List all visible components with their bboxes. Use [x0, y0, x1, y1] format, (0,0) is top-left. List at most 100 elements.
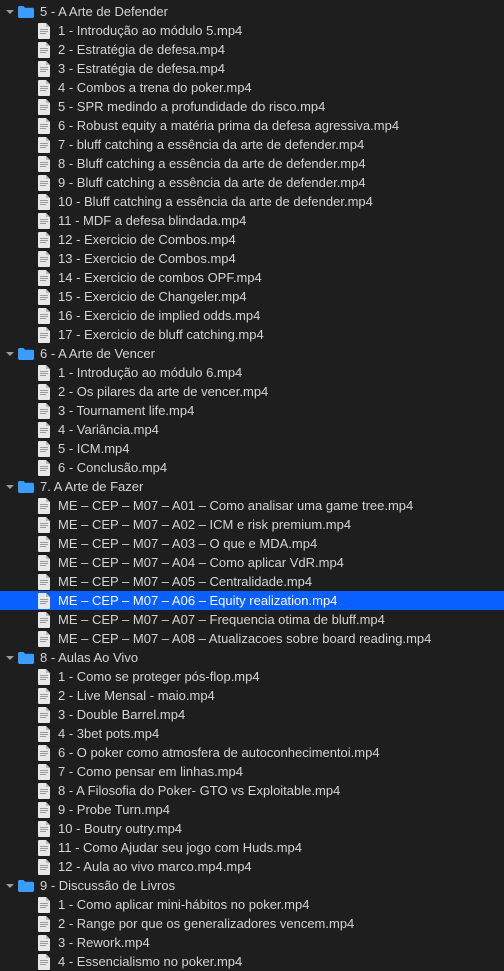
file-label: 14 - Exercicio de combos OPF.mp4 [58, 270, 262, 285]
folder-row[interactable]: 9 - Discussão de Livros [0, 876, 504, 895]
file-row[interactable]: 8 - A Filosofia do Poker- GTO vs Exploit… [0, 781, 504, 800]
file-label: ME – CEP – M07 – A01 – Como analisar uma… [58, 498, 413, 513]
file-row[interactable]: 2 - Estratégia de defesa.mp4 [0, 40, 504, 59]
file-label: 7 - bluff catching a essência da arte de… [58, 137, 364, 152]
file-icon [36, 688, 52, 704]
file-row[interactable]: 7 - bluff catching a essência da arte de… [0, 135, 504, 154]
file-row[interactable]: 11 - MDF a defesa blindada.mp4 [0, 211, 504, 230]
file-row[interactable]: 4 - Combos a trena do poker.mp4 [0, 78, 504, 97]
file-row[interactable]: 1 - Introdução ao módulo 5.mp4 [0, 21, 504, 40]
file-row[interactable]: ME – CEP – M07 – A02 – ICM e risk premiu… [0, 515, 504, 534]
file-row[interactable]: 17 - Exercicio de bluff catching.mp4 [0, 325, 504, 344]
file-row[interactable]: ME – CEP – M07 – A05 – Centralidade.mp4 [0, 572, 504, 591]
file-label: 6 - Robust equity a matéria prima da def… [58, 118, 399, 133]
file-row[interactable]: 16 - Exercicio de implied odds.mp4 [0, 306, 504, 325]
file-row[interactable]: 6 - Conclusão.mp4 [0, 458, 504, 477]
file-label: 5 - SPR medindo a profundidade do risco.… [58, 99, 325, 114]
file-icon [36, 707, 52, 723]
file-label: 1 - Introdução ao módulo 6.mp4 [58, 365, 242, 380]
file-label: 4 - Variância.mp4 [58, 422, 159, 437]
file-row[interactable]: 2 - Os pilares da arte de vencer.mp4 [0, 382, 504, 401]
file-row[interactable]: 6 - Robust equity a matéria prima da def… [0, 116, 504, 135]
file-row[interactable]: 8 - Bluff catching a essência da arte de… [0, 154, 504, 173]
file-row[interactable]: ME – CEP – M07 – A04 – Como aplicar VdR.… [0, 553, 504, 572]
file-icon [36, 118, 52, 134]
file-row[interactable]: 10 - Bluff catching a essência da arte d… [0, 192, 504, 211]
file-icon [36, 460, 52, 476]
file-row[interactable]: 12 - Aula ao vivo marco.mp4.mp4 [0, 857, 504, 876]
file-icon [36, 612, 52, 628]
file-label: 9 - Probe Turn.mp4 [58, 802, 170, 817]
file-icon [36, 498, 52, 514]
file-row[interactable]: 12 - Exercicio de Combos.mp4 [0, 230, 504, 249]
file-row[interactable]: ME – CEP – M07 – A03 – O que e MDA.mp4 [0, 534, 504, 553]
folder-row[interactable]: 5 - A Arte de Defender [0, 2, 504, 21]
file-icon [36, 308, 52, 324]
file-icon [36, 403, 52, 419]
file-row[interactable]: 13 - Exercicio de Combos.mp4 [0, 249, 504, 268]
file-icon [36, 384, 52, 400]
file-row[interactable]: ME – CEP – M07 – A06 – Equity realizatio… [0, 591, 504, 610]
file-label: 7 - Como pensar em linhas.mp4 [58, 764, 243, 779]
file-icon [36, 42, 52, 58]
file-row[interactable]: 15 - Exercicio de Changeler.mp4 [0, 287, 504, 306]
file-icon [36, 954, 52, 970]
file-row[interactable]: 2 - Live Mensal - maio.mp4 [0, 686, 504, 705]
file-icon [36, 61, 52, 77]
file-row[interactable]: 3 - Estratégia de defesa.mp4 [0, 59, 504, 78]
folder-row[interactable]: 7. A Arte de Fazer [0, 477, 504, 496]
folder-label: 7. A Arte de Fazer [40, 479, 143, 494]
file-label: 1 - Como aplicar mini-hábitos no poker.m… [58, 897, 309, 912]
file-label: 8 - A Filosofia do Poker- GTO vs Exploit… [58, 783, 340, 798]
file-label: 3 - Tournament life.mp4 [58, 403, 194, 418]
file-icon [36, 935, 52, 951]
file-row[interactable]: 5 - SPR medindo a profundidade do risco.… [0, 97, 504, 116]
file-label: 15 - Exercicio de Changeler.mp4 [58, 289, 247, 304]
file-icon [36, 289, 52, 305]
file-row[interactable]: 1 - Introdução ao módulo 6.mp4 [0, 363, 504, 382]
file-row[interactable]: 2 - Range por que os generalizadores ven… [0, 914, 504, 933]
file-row[interactable]: 7 - Como pensar em linhas.mp4 [0, 762, 504, 781]
file-icon [36, 270, 52, 286]
file-icon [36, 859, 52, 875]
file-row[interactable]: 5 - ICM.mp4 [0, 439, 504, 458]
file-row[interactable]: ME – CEP – M07 – A01 – Como analisar uma… [0, 496, 504, 515]
file-label: 9 - Bluff catching a essência da arte de… [58, 175, 366, 190]
file-label: 1 - Como se proteger pós-flop.mp4 [58, 669, 260, 684]
file-icon [36, 574, 52, 590]
file-icon [36, 156, 52, 172]
file-row[interactable]: ME – CEP – M07 – A07 – Frequencia otima … [0, 610, 504, 629]
file-row[interactable]: 10 - Boutry outry.mp4 [0, 819, 504, 838]
folder-icon [18, 347, 34, 361]
file-row[interactable]: 3 - Tournament life.mp4 [0, 401, 504, 420]
file-tree[interactable]: 5 - A Arte de Defender1 - Introdução ao … [0, 0, 504, 971]
file-row[interactable]: 4 - Variância.mp4 [0, 420, 504, 439]
file-row[interactable]: 1 - Como aplicar mini-hábitos no poker.m… [0, 895, 504, 914]
file-row[interactable]: 14 - Exercicio de combos OPF.mp4 [0, 268, 504, 287]
folder-row[interactable]: 8 - Aulas Ao Vivo [0, 648, 504, 667]
file-row[interactable]: 3 - Rework.mp4 [0, 933, 504, 952]
file-row[interactable]: 4 - Essencialismo no poker.mp4 [0, 952, 504, 971]
file-row[interactable]: 4 - 3bet pots.mp4 [0, 724, 504, 743]
file-icon [36, 726, 52, 742]
chevron-down-icon[interactable] [4, 880, 16, 892]
chevron-down-icon[interactable] [4, 6, 16, 18]
chevron-down-icon[interactable] [4, 348, 16, 360]
file-icon [36, 536, 52, 552]
file-row[interactable]: 9 - Probe Turn.mp4 [0, 800, 504, 819]
file-label: 11 - MDF a defesa blindada.mp4 [58, 213, 246, 228]
file-row[interactable]: 9 - Bluff catching a essência da arte de… [0, 173, 504, 192]
file-row[interactable]: 11 - Como Ajudar seu jogo com Huds.mp4 [0, 838, 504, 857]
chevron-down-icon[interactable] [4, 481, 16, 493]
file-row[interactable]: ME – CEP – M07 – A08 – Atualizacoes sobr… [0, 629, 504, 648]
chevron-down-icon[interactable] [4, 652, 16, 664]
file-row[interactable]: 3 - Double Barrel.mp4 [0, 705, 504, 724]
file-label: 12 - Aula ao vivo marco.mp4.mp4 [58, 859, 252, 874]
file-icon [36, 669, 52, 685]
file-row[interactable]: 1 - Como se proteger pós-flop.mp4 [0, 667, 504, 686]
file-row[interactable]: 6 - O poker como atmosfera de autoconhec… [0, 743, 504, 762]
folder-icon [18, 5, 34, 19]
file-icon [36, 422, 52, 438]
folder-label: 9 - Discussão de Livros [40, 878, 175, 893]
folder-row[interactable]: 6 - A Arte de Vencer [0, 344, 504, 363]
